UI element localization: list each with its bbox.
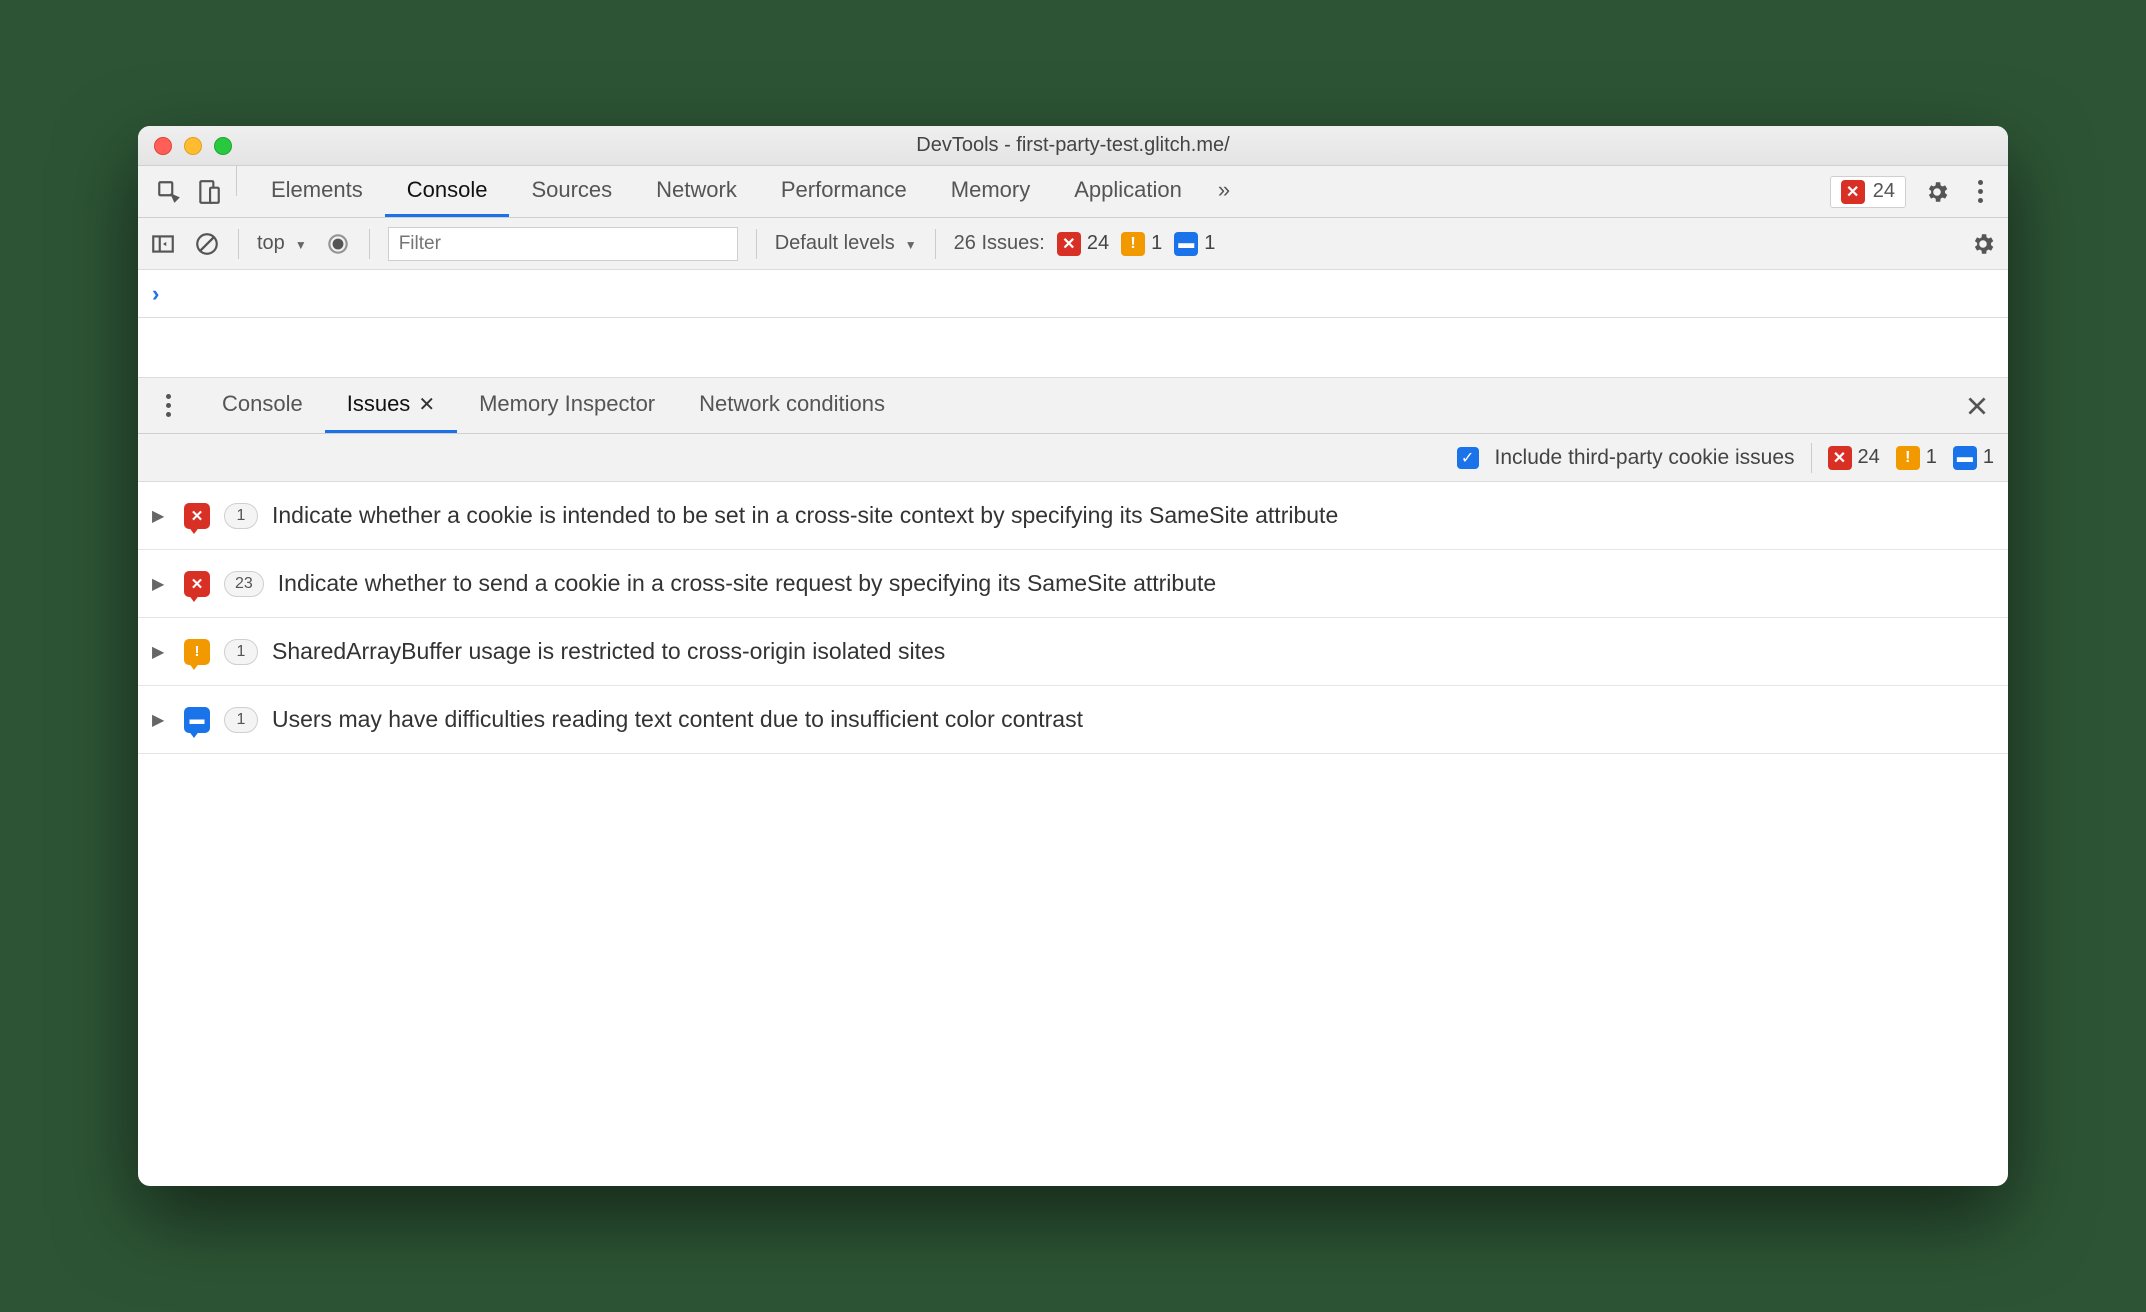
issue-row[interactable]: ▶ ✕ 1 Indicate whether a cookie is intended…	[138, 482, 2008, 550]
console-toolbar: top Default levels 26 Issues: ✕ 24 ! 1 ▬ 1	[138, 218, 2008, 270]
main-tabbar: ElementsConsoleSourcesNetworkPerformance…	[138, 166, 2008, 218]
separator	[369, 229, 370, 259]
live-expression-icon[interactable]	[325, 231, 351, 257]
issue-count-pill: 1	[224, 639, 258, 665]
issue-count-pill: 1	[224, 707, 258, 733]
error-count: 24	[1873, 180, 1895, 203]
expand-icon[interactable]: ▶	[152, 506, 170, 526]
info-count: 1	[1204, 232, 1215, 255]
kebab-menu-icon[interactable]	[1968, 180, 1992, 203]
warning-icon: !	[1896, 446, 1920, 470]
error-icon: ✕	[1841, 180, 1865, 204]
include-cookies-label: Include third-party cookie issues	[1495, 446, 1795, 470]
tab-performance[interactable]: Performance	[759, 166, 929, 217]
issues-summary[interactable]: 26 Issues: ✕ 24 ! 1 ▬ 1	[954, 232, 1216, 256]
device-toolbar-icon[interactable]	[196, 179, 222, 205]
close-drawer-icon[interactable]	[1964, 393, 1990, 419]
issues-toolbar: ✓ Include third-party cookie issues ✕24 …	[138, 434, 2008, 482]
expand-icon[interactable]: ▶	[152, 710, 170, 730]
tab-memory[interactable]: Memory	[929, 166, 1052, 217]
issue-kind-icon: ✕	[184, 503, 210, 529]
issue-title: Indicate whether to send a cookie in a c…	[278, 570, 1216, 597]
include-cookies-checkbox[interactable]: ✓	[1457, 447, 1479, 469]
tab-network[interactable]: Network	[634, 166, 759, 217]
error-icon: ✕	[1057, 232, 1081, 256]
show-console-sidebar-icon[interactable]	[150, 231, 176, 257]
issues-prefix: 26 Issues:	[954, 232, 1045, 255]
settings-gear-icon[interactable]	[1924, 179, 1950, 205]
clear-console-icon[interactable]	[194, 231, 220, 257]
separator	[238, 229, 239, 259]
prompt-chevron-icon: ›	[152, 281, 159, 307]
filter-input[interactable]	[388, 227, 738, 261]
drawer-tab-network-conditions[interactable]: Network conditions	[677, 378, 907, 433]
context-selector[interactable]: top	[257, 232, 307, 255]
drawer-tab-issues[interactable]: Issues✕	[325, 378, 457, 433]
issue-title: Users may have difficulties reading text…	[272, 706, 1083, 733]
close-tab-icon[interactable]: ✕	[418, 392, 435, 417]
expand-icon[interactable]: ▶	[152, 574, 170, 594]
warning-filter[interactable]: !1	[1896, 446, 1937, 470]
tab-application[interactable]: Application	[1052, 166, 1204, 217]
issue-kind-icon: ✕	[184, 571, 210, 597]
issue-row[interactable]: ▶ ✕ 23 Indicate whether to send a cookie in…	[138, 550, 2008, 618]
console-settings-gear-icon[interactable]	[1970, 231, 1996, 257]
error-count-badge[interactable]: ✕ 24	[1830, 176, 1906, 208]
console-output-area	[138, 318, 2008, 378]
issue-kind-icon: ▬	[184, 707, 210, 733]
drawer-tab-memory-inspector[interactable]: Memory Inspector	[457, 378, 677, 433]
context-label: top	[257, 232, 285, 255]
info-icon: ▬	[1174, 232, 1198, 256]
expand-icon[interactable]: ▶	[152, 642, 170, 662]
drawer-tab-console[interactable]: Console	[200, 378, 325, 433]
tab-console[interactable]: Console	[385, 166, 510, 217]
tab-elements[interactable]: Elements	[249, 166, 385, 217]
devtools-window: DevTools - first-party-test.glitch.me/ E…	[138, 126, 2008, 1186]
issue-row[interactable]: ▶! 1 SharedArrayBuffer usage is restricted…	[138, 618, 2008, 686]
error-icon: ✕	[1828, 446, 1852, 470]
console-prompt[interactable]: ›	[138, 270, 2008, 318]
issues-list: ▶ ✕ 1 Indicate whether a cookie is intended…	[138, 482, 2008, 754]
inspect-element-icon[interactable]	[156, 179, 182, 205]
warning-icon: !	[1121, 232, 1145, 256]
info-filter[interactable]: ▬1	[1953, 446, 1994, 470]
issue-count-pill: 1	[224, 503, 258, 529]
issue-title: SharedArrayBuffer usage is restricted to…	[272, 638, 945, 665]
separator	[935, 229, 936, 259]
error-count: 24	[1087, 232, 1109, 255]
levels-label: Default levels	[775, 232, 895, 255]
issue-kind-icon: !	[184, 639, 210, 665]
error-filter[interactable]: ✕24	[1828, 446, 1880, 470]
issue-count-pill: 23	[224, 571, 264, 597]
separator	[756, 229, 757, 259]
more-tabs-button[interactable]: »	[1206, 166, 1242, 217]
issue-row[interactable]: ▶ ▬ 1 Users may have difficulties reading t…	[138, 686, 2008, 754]
tab-sources[interactable]: Sources	[509, 166, 634, 217]
window-title: DevTools - first-party-test.glitch.me/	[138, 134, 2008, 157]
drawer-tabbar: ConsoleIssues✕Memory InspectorNetwork co…	[138, 378, 2008, 434]
drawer-kebab-icon[interactable]	[156, 394, 180, 417]
titlebar: DevTools - first-party-test.glitch.me/	[138, 126, 2008, 166]
empty-area	[138, 754, 2008, 1186]
info-icon: ▬	[1953, 446, 1977, 470]
separator	[1811, 443, 1812, 473]
separator	[236, 166, 237, 196]
log-levels-selector[interactable]: Default levels	[775, 232, 917, 255]
warn-count: 1	[1151, 232, 1162, 255]
issue-title: Indicate whether a cookie is intended to…	[272, 502, 1338, 529]
